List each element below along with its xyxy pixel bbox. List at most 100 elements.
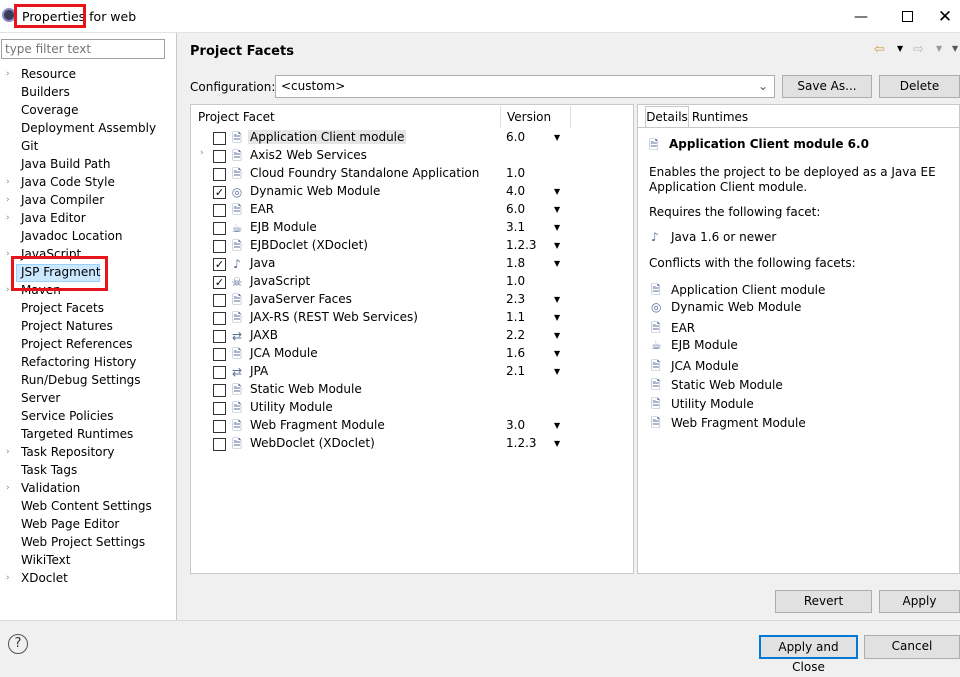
nav-item-javadoc-location[interactable]: Javadoc Location xyxy=(21,228,122,244)
nav-item-java-editor[interactable]: Java Editor xyxy=(21,210,86,226)
nav-item-run-debug-settings[interactable]: Run/Debug Settings xyxy=(21,372,141,388)
facet-checkbox[interactable] xyxy=(213,330,226,343)
chevron-down-icon[interactable]: ▼ xyxy=(554,291,560,309)
facet-checkbox[interactable] xyxy=(213,384,226,397)
chevron-down-icon[interactable]: ▼ xyxy=(554,327,560,345)
nav-item-server[interactable]: Server xyxy=(21,390,60,406)
facet-checkbox[interactable]: ✓ xyxy=(213,258,226,271)
facet-checkbox[interactable]: ✓ xyxy=(213,186,226,199)
table-row[interactable]: 🗎 EJBDoclet (XDoclet) 1.2.3 ▼ xyxy=(190,237,634,255)
expand-arrow-icon[interactable]: › xyxy=(6,192,10,208)
facet-version[interactable]: 2.1 xyxy=(506,364,525,378)
chevron-down-icon[interactable]: ▼ xyxy=(554,183,560,201)
table-row[interactable]: ✓ ♪ Java 1.8 ▼ xyxy=(190,255,634,273)
chevron-down-icon[interactable]: ▼ xyxy=(554,237,560,255)
configuration-select[interactable]: <custom> ⌄ xyxy=(275,75,775,98)
chevron-down-icon[interactable]: ▼ xyxy=(554,435,560,453)
facet-checkbox[interactable] xyxy=(213,150,226,163)
facet-checkbox[interactable] xyxy=(213,438,226,451)
table-row[interactable]: 🗎 Static Web Module xyxy=(190,381,634,399)
expand-arrow-icon[interactable]: › xyxy=(6,480,10,496)
expand-arrow-icon[interactable]: › xyxy=(6,282,10,298)
facet-checkbox[interactable]: ✓ xyxy=(213,276,226,289)
minimize-button[interactable]: — xyxy=(838,0,884,33)
nav-item-resource[interactable]: Resource xyxy=(21,66,76,82)
nav-item-service-policies[interactable]: Service Policies xyxy=(21,408,114,424)
apply-button[interactable]: Apply xyxy=(879,590,960,613)
nav-item-java-code-style[interactable]: Java Code Style xyxy=(21,174,115,190)
facet-checkbox[interactable] xyxy=(213,222,226,235)
revert-button[interactable]: Revert xyxy=(775,590,872,613)
facet-version[interactable]: 6.0 xyxy=(506,202,525,216)
forward-icon[interactable]: ⇨ xyxy=(913,42,924,57)
delete-button[interactable]: Delete xyxy=(879,75,960,98)
chevron-down-icon[interactable]: ▼ xyxy=(554,417,560,435)
table-row[interactable]: 🗎 EAR 6.0 ▼ xyxy=(190,201,634,219)
table-row[interactable]: 🗎 Cloud Foundry Standalone Application 1.0 xyxy=(190,165,634,183)
expand-arrow-icon[interactable]: › xyxy=(6,570,10,586)
nav-item-coverage[interactable]: Coverage xyxy=(21,102,79,118)
facet-version[interactable]: 3.0 xyxy=(506,418,525,432)
facet-version[interactable]: 2.2 xyxy=(506,328,525,342)
expand-arrow-icon[interactable]: › xyxy=(200,148,204,158)
nav-item-git[interactable]: Git xyxy=(21,138,38,154)
nav-item-web-page-editor[interactable]: Web Page Editor xyxy=(21,516,119,532)
save-as-button[interactable]: Save As... xyxy=(782,75,872,98)
table-row[interactable]: ⇄ JPA 2.1 ▼ xyxy=(190,363,634,381)
table-row[interactable]: ✓ ☠ JavaScript 1.0 xyxy=(190,273,634,291)
table-row[interactable]: ⇄ JAXB 2.2 ▼ xyxy=(190,327,634,345)
nav-item-project-references[interactable]: Project References xyxy=(21,336,133,352)
nav-item-task-tags[interactable]: Task Tags xyxy=(21,462,77,478)
maximize-button[interactable] xyxy=(884,0,930,33)
facet-checkbox[interactable] xyxy=(213,294,226,307)
expand-arrow-icon[interactable]: › xyxy=(6,444,10,460)
facet-checkbox[interactable] xyxy=(213,366,226,379)
table-row[interactable]: ☕ EJB Module 3.1 ▼ xyxy=(190,219,634,237)
back-icon[interactable]: ⇦ xyxy=(874,42,885,57)
nav-item-task-repository[interactable]: Task Repository xyxy=(21,444,115,460)
nav-item-validation[interactable]: Validation xyxy=(21,480,80,496)
chevron-down-icon[interactable]: ▼ xyxy=(554,129,560,147)
chevron-down-icon[interactable]: ▼ xyxy=(554,309,560,327)
facet-checkbox[interactable] xyxy=(213,204,226,217)
expand-arrow-icon[interactable]: › xyxy=(6,174,10,190)
facet-checkbox[interactable] xyxy=(213,420,226,433)
table-row[interactable]: 🗎 Utility Module xyxy=(190,399,634,417)
facet-checkbox[interactable] xyxy=(213,402,226,415)
table-row[interactable]: › 🗎 Axis2 Web Services xyxy=(190,147,634,165)
table-row[interactable]: 🗎 JAX-RS (REST Web Services) 1.1 ▼ xyxy=(190,309,634,327)
nav-item-java-build-path[interactable]: Java Build Path xyxy=(21,156,110,172)
expand-arrow-icon[interactable]: › xyxy=(6,246,10,262)
expand-arrow-icon[interactable]: › xyxy=(6,210,10,226)
tab-details[interactable]: Details xyxy=(645,106,689,128)
column-header-facet[interactable]: Project Facet xyxy=(198,110,275,124)
nav-item-builders[interactable]: Builders xyxy=(21,84,70,100)
nav-item-targeted-runtimes[interactable]: Targeted Runtimes xyxy=(21,426,133,442)
facet-version[interactable]: 1.2.3 xyxy=(506,436,537,450)
facet-version[interactable]: 2.3 xyxy=(506,292,525,306)
table-row[interactable]: ✓ ◎ Dynamic Web Module 4.0 ▼ xyxy=(190,183,634,201)
nav-item-xdoclet[interactable]: XDoclet xyxy=(21,570,68,586)
facet-checkbox[interactable] xyxy=(213,132,226,145)
nav-item-wikitext[interactable]: WikiText xyxy=(21,552,71,568)
nav-item-web-content-settings[interactable]: Web Content Settings xyxy=(21,498,152,514)
facet-version[interactable]: 1.8 xyxy=(506,256,525,270)
facet-version[interactable]: 1.1 xyxy=(506,310,525,324)
view-menu-icon[interactable]: ▼ xyxy=(952,44,958,53)
table-row[interactable]: 🗎 Application Client module 6.0 ▼ xyxy=(190,129,634,147)
facet-version[interactable]: 1.2.3 xyxy=(506,238,537,252)
chevron-down-icon[interactable]: ▼ xyxy=(554,345,560,363)
chevron-down-icon[interactable]: ▼ xyxy=(554,219,560,237)
nav-item-web-project-settings[interactable]: Web Project Settings xyxy=(21,534,145,550)
facet-version[interactable]: 6.0 xyxy=(506,130,525,144)
chevron-down-icon[interactable]: ▼ xyxy=(554,363,560,381)
apply-and-close-button[interactable]: Apply and Close xyxy=(759,635,858,674)
facet-checkbox[interactable] xyxy=(213,348,226,361)
nav-item-deployment-assembly[interactable]: Deployment Assembly xyxy=(21,120,156,136)
facet-version[interactable]: 1.6 xyxy=(506,346,525,360)
nav-item-project-facets[interactable]: Project Facets xyxy=(21,300,104,316)
chevron-down-icon[interactable]: ▼ xyxy=(554,255,560,273)
facet-checkbox[interactable] xyxy=(213,240,226,253)
nav-item-project-natures[interactable]: Project Natures xyxy=(21,318,113,334)
chevron-down-icon[interactable]: ▼ xyxy=(554,201,560,219)
